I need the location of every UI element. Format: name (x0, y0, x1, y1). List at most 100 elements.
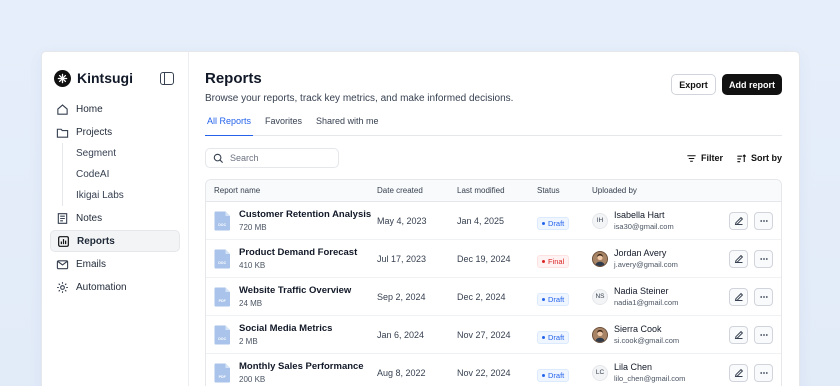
kintsugi-logo-icon (54, 69, 71, 87)
tab-shared-with-me[interactable]: Shared with me (314, 116, 381, 136)
column-status: Status (537, 186, 560, 195)
mail-icon (56, 259, 69, 269)
doc-file-icon: DOC (214, 325, 231, 345)
date-created: Sep 2, 2024 (377, 291, 426, 302)
column-last-modified: Last modified (457, 186, 505, 195)
sidebar-item-label: Home (76, 103, 103, 115)
status-badge: Draft (537, 292, 570, 306)
more-horizontal-icon (759, 371, 768, 374)
table-toolbar: Filter Sort by (205, 148, 782, 168)
gear-icon (57, 281, 68, 293)
pdf-file-icon: PDF (214, 287, 231, 307)
edit-button[interactable] (729, 325, 748, 344)
sort-button[interactable]: Sort by (736, 153, 782, 164)
more-options-button[interactable] (754, 211, 773, 230)
sort-label: Sort by (750, 153, 782, 163)
table-row[interactable]: DOC Social Media Metrics 2 MB Jan 6, 2024 No… (206, 316, 781, 354)
more-horizontal-icon (759, 219, 768, 222)
table-row[interactable]: DOC Product Demand Forecast 410 KB Jul 17, … (206, 240, 781, 278)
svg-text:DOC: DOC (218, 223, 226, 227)
filter-icon (687, 154, 696, 162)
file-size: 410 KB (239, 261, 266, 270)
more-options-button[interactable] (754, 325, 773, 344)
last-modified: Dec 19, 2024 (457, 253, 511, 264)
sidebar-item-label: Automation (76, 281, 127, 293)
sidebar-item-label: Projects (76, 126, 113, 138)
pdf-file-icon: PDF (214, 363, 231, 383)
sidebar-item-projects[interactable]: Projects (50, 121, 180, 143)
sidebar-item-home[interactable]: Home (50, 98, 180, 120)
more-horizontal-icon (759, 295, 768, 298)
tab-favorites[interactable]: Favorites (263, 116, 304, 136)
search-icon (213, 153, 224, 163)
svg-text:DOC: DOC (218, 337, 226, 341)
sidebar-subitem-ikigai-labs[interactable]: Ikigai Labs (76, 185, 180, 206)
pencil-icon (734, 216, 743, 225)
file-size: 24 MB (239, 299, 263, 308)
more-options-button[interactable] (754, 287, 773, 306)
table-row[interactable]: DOC Customer Retention Analysis 720 MB May … (206, 202, 781, 240)
uploader-email: nadia1@gmail.com (614, 298, 679, 307)
search-input[interactable] (230, 153, 330, 163)
svg-text:DOC: DOC (218, 261, 226, 265)
app-name: Kintsugi (77, 70, 133, 86)
report-name[interactable]: Website Traffic Overview (239, 285, 351, 296)
file-size: 200 KB (239, 375, 266, 384)
uploader-email: j.avery@gmail.com (614, 260, 678, 269)
sidebar-toggle-icon[interactable] (160, 71, 174, 85)
page-subtitle: Browse your reports, track key metrics, … (205, 93, 514, 104)
pencil-icon (734, 368, 743, 377)
sidebar-subitem-codeai[interactable]: CodeAI (76, 164, 180, 185)
column-date-created: Date created (377, 186, 423, 195)
page-header: Reports Browse your reports, track key m… (205, 70, 782, 104)
sidebar-item-notes[interactable]: Notes (50, 207, 180, 229)
edit-button[interactable] (729, 363, 748, 382)
sidebar-item-label: Notes (76, 212, 103, 224)
folder-icon (56, 128, 69, 138)
more-horizontal-icon (759, 333, 768, 336)
more-options-button[interactable] (754, 249, 773, 268)
edit-button[interactable] (729, 211, 748, 230)
add-report-button[interactable]: Add report (722, 74, 782, 95)
report-name[interactable]: Monthly Sales Performance (239, 361, 364, 372)
projects-subitems: Segment CodeAI Ikigai Labs (62, 143, 180, 206)
uploader-email: si.cook@gmail.com (614, 336, 680, 345)
uploader-email: lilo_chen@gmail.com (614, 374, 686, 383)
edit-button[interactable] (729, 249, 748, 268)
report-name[interactable]: Customer Retention Analysis (239, 209, 371, 220)
uploader-name: Isabella Hart (614, 210, 665, 220)
app-window: Kintsugi Home Projects Segment CodeAI Ik… (42, 52, 799, 386)
avatar (592, 250, 608, 267)
uploader-email: isa30@gmail.com (614, 222, 674, 231)
notes-icon (57, 212, 68, 224)
sidebar-item-emails[interactable]: Emails (50, 253, 180, 275)
tab-all-reports[interactable]: All Reports (205, 116, 254, 136)
sidebar-item-reports[interactable]: Reports (50, 230, 180, 252)
report-name[interactable]: Product Demand Forecast (239, 247, 357, 258)
status-badge: Draft (537, 368, 570, 382)
date-created: Aug 8, 2022 (377, 367, 426, 378)
table-row[interactable]: PDF Website Traffic Overview 24 MB Sep 2, 2… (206, 278, 781, 316)
export-button[interactable]: Export (671, 74, 716, 95)
home-icon (57, 103, 68, 115)
sidebar-item-automation[interactable]: Automation (50, 276, 180, 298)
table-header: Report name Date created Last modified S… (206, 180, 781, 202)
column-uploaded-by: Uploaded by (592, 186, 637, 195)
more-horizontal-icon (759, 257, 768, 260)
chart-icon (58, 235, 69, 247)
status-badge: Draft (537, 330, 570, 344)
sidebar-subitem-segment[interactable]: Segment (76, 143, 180, 164)
filter-button[interactable]: Filter (686, 153, 723, 164)
table-row[interactable]: PDF Monthly Sales Performance 200 KB Aug 8,… (206, 354, 781, 386)
last-modified: Dec 2, 2024 (457, 291, 506, 302)
report-name[interactable]: Social Media Metrics (239, 323, 332, 334)
date-created: Jan 6, 2024 (377, 329, 425, 340)
search-box[interactable] (205, 148, 339, 168)
more-options-button[interactable] (754, 363, 773, 382)
reports-table: Report name Date created Last modified S… (205, 179, 782, 386)
page-title: Reports (205, 70, 262, 87)
main-content: Reports Browse your reports, track key m… (189, 52, 799, 386)
edit-button[interactable] (729, 287, 748, 306)
avatar: IH (592, 212, 608, 229)
column-report-name: Report name (214, 186, 261, 195)
